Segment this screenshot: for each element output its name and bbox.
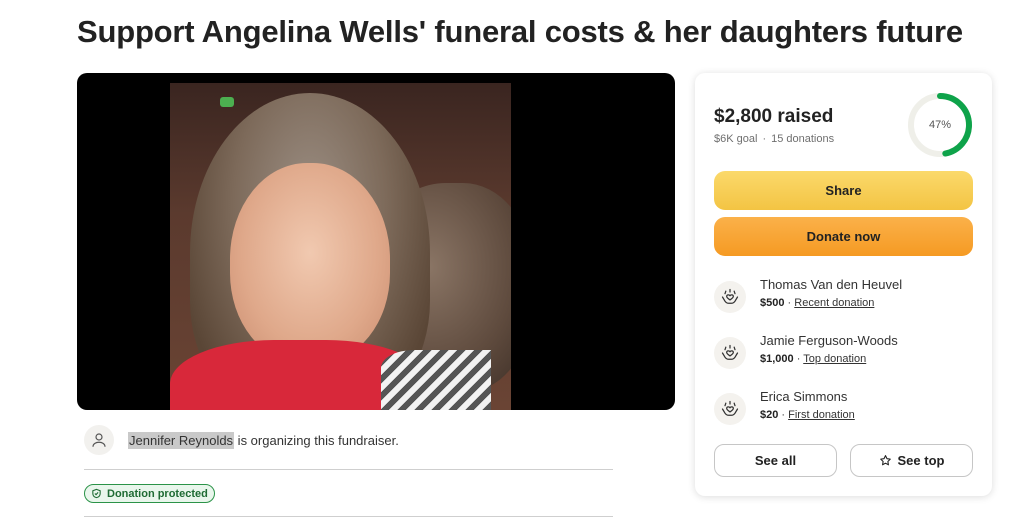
donate-now-button[interactable]: Donate now [714,217,973,256]
donor-tag-link[interactable]: First donation [788,409,855,421]
heart-hands-icon [714,393,746,425]
separator: · [784,297,795,309]
donor-amount: $1,000 [760,353,794,365]
donor-tag-link[interactable]: Top donation [803,353,866,365]
page-title: Support Angelina Wells' funeral costs & … [77,14,963,49]
campaign-media[interactable] [77,73,675,410]
divider [84,469,613,470]
organizer-text: Jennifer Reynolds is organizing this fun… [128,431,399,449]
see-top-label: See top [897,453,945,468]
donor-name: Thomas Van den Heuvel [760,277,903,292]
organizer-name[interactable]: Jennifer Reynolds [128,431,235,449]
organizer-suffix: is organizing this fundraiser. [234,432,399,448]
donor-meta: $500 · Recent donation [760,297,874,309]
separator: · [778,409,789,421]
donor-meta: $20 · First donation [760,409,855,421]
donor-item: Erica Simmons $20 · First donation [714,389,974,429]
donor-item: Jamie Ferguson-Woods $1,000 · Top donati… [714,333,974,373]
goal-summary: $6K goal · 15 donations [714,133,834,145]
donation-count: 15 donations [771,133,835,145]
see-all-button[interactable]: See all [714,444,837,477]
user-icon [84,425,114,455]
donation-card: $2,800 raised $6K goal · 15 donations 47% … [695,73,992,496]
donor-item: Thomas Van den Heuvel $500 · Recent dona… [714,277,974,317]
separator: · [762,133,767,145]
goal-amount: $6K goal [714,133,758,145]
see-top-button[interactable]: See top [850,444,973,477]
donor-tag-link[interactable]: Recent donation [794,297,874,309]
organizer-row: Jennifer Reynolds is organizing this fun… [84,425,399,455]
donor-name: Jamie Ferguson-Woods [760,333,898,348]
progress-percent: 47% [928,119,952,131]
badge-label: Donation protected [107,487,208,500]
donation-protected-badge[interactable]: Donation protected [84,484,215,503]
donor-amount: $500 [760,297,785,309]
campaign-photo [170,83,511,410]
star-icon [879,454,892,467]
donor-name: Erica Simmons [760,389,848,404]
heart-hands-icon [714,337,746,369]
amount-raised: $2,800 raised [714,106,834,127]
donor-amount: $20 [760,409,779,421]
heart-hands-icon [714,281,746,313]
share-button[interactable]: Share [714,171,973,210]
separator: · [793,353,804,365]
shield-icon [91,488,102,499]
donor-meta: $1,000 · Top donation [760,353,866,365]
